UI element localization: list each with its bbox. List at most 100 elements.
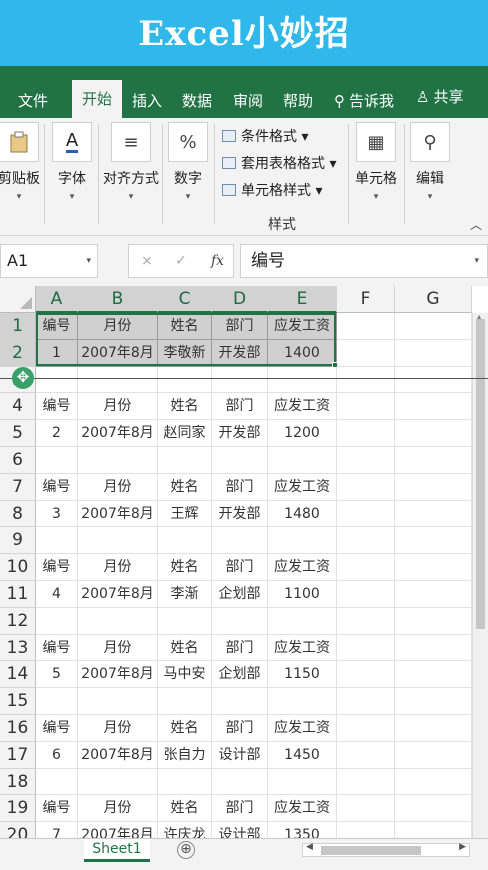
cell-f3[interactable] xyxy=(337,366,395,394)
cell-a8[interactable]: 3 xyxy=(36,500,78,528)
cell-c14[interactable]: 马中安 xyxy=(158,661,212,689)
cell-f6[interactable] xyxy=(337,447,395,474)
cell-b17[interactable]: 2007年8月 xyxy=(78,741,158,769)
cell-f16[interactable] xyxy=(337,715,395,742)
cell-b9[interactable] xyxy=(78,527,158,555)
cell-g3[interactable] xyxy=(395,366,472,394)
cell-b12[interactable] xyxy=(78,607,158,635)
cell-b13[interactable]: 月份 xyxy=(78,634,158,662)
row-header-14[interactable]: 14 xyxy=(0,661,36,689)
cell-c12[interactable] xyxy=(158,607,212,635)
cell-b18[interactable] xyxy=(78,768,158,796)
cell-c2[interactable]: 李敬新 xyxy=(158,339,212,367)
cell-b5[interactable]: 2007年8月 xyxy=(78,420,158,447)
cell-g12[interactable] xyxy=(395,607,472,635)
cell-b11[interactable]: 2007年8月 xyxy=(78,581,158,608)
tab-tell-me[interactable]: ⚲ 告诉我 xyxy=(334,88,394,118)
column-header-g[interactable]: G xyxy=(395,286,472,313)
cell-a16[interactable]: 编号 xyxy=(36,715,78,742)
tab-help[interactable]: 帮助 xyxy=(283,88,313,118)
cell-a1[interactable]: 编号 xyxy=(36,313,78,340)
cell-e9[interactable] xyxy=(268,527,337,555)
cell-f17[interactable] xyxy=(337,741,395,769)
cell-f19[interactable] xyxy=(337,795,395,823)
conditional-format-button[interactable]: 条件格式 ▾ xyxy=(222,126,308,146)
chevron-down-icon[interactable]: ▾ xyxy=(474,245,479,277)
cell-a7[interactable]: 编号 xyxy=(36,473,78,501)
cell-g19[interactable] xyxy=(395,795,472,823)
cell-e10[interactable]: 应发工资 xyxy=(268,554,337,581)
format-as-table-button[interactable]: 套用表格格式 ▾ xyxy=(222,153,336,173)
row-header-15[interactable]: 15 xyxy=(0,688,36,715)
cell-c1[interactable]: 姓名 xyxy=(158,313,212,340)
cell-e3[interactable] xyxy=(268,366,337,394)
alignment-button[interactable]: ≡ 对齐方式 ▾ xyxy=(102,122,160,202)
cell-d10[interactable]: 部门 xyxy=(212,554,268,581)
cell-f9[interactable] xyxy=(337,527,395,555)
cell-e2[interactable]: 1400 xyxy=(268,339,337,367)
cell-c5[interactable]: 赵同家 xyxy=(158,420,212,447)
cell-d20[interactable]: 设计部 xyxy=(212,822,268,838)
insert-function-icon[interactable]: fx xyxy=(211,245,224,277)
cell-f1[interactable] xyxy=(337,313,395,340)
cell-a10[interactable]: 编号 xyxy=(36,554,78,581)
cell-d4[interactable]: 部门 xyxy=(212,393,268,421)
cell-e13[interactable]: 应发工资 xyxy=(268,634,337,662)
row-header-16[interactable]: 16 xyxy=(0,715,36,742)
cell-d12[interactable] xyxy=(212,607,268,635)
row-header-4[interactable]: 4 xyxy=(0,393,36,421)
cell-c10[interactable]: 姓名 xyxy=(158,554,212,581)
cell-a3[interactable] xyxy=(36,366,78,394)
tab-insert[interactable]: 插入 xyxy=(132,88,162,118)
column-header-c[interactable]: C xyxy=(158,286,212,313)
cell-f13[interactable] xyxy=(337,634,395,662)
horizontal-scroll-thumb[interactable] xyxy=(321,846,421,855)
cell-a6[interactable] xyxy=(36,447,78,474)
cell-d16[interactable]: 部门 xyxy=(212,715,268,742)
cell-d17[interactable]: 设计部 xyxy=(212,741,268,769)
cell-a11[interactable]: 4 xyxy=(36,581,78,608)
chevron-down-icon[interactable]: ▾ xyxy=(86,245,91,277)
cell-d15[interactable] xyxy=(212,688,268,715)
cell-f4[interactable] xyxy=(337,393,395,421)
cell-e4[interactable]: 应发工资 xyxy=(268,393,337,421)
cell-f20[interactable] xyxy=(337,822,395,838)
cell-d2[interactable]: 开发部 xyxy=(212,339,268,367)
row-header-11[interactable]: 11 xyxy=(0,581,36,608)
font-button[interactable]: A 字体 ▾ xyxy=(50,122,94,202)
cell-e8[interactable]: 1480 xyxy=(268,500,337,528)
formula-input[interactable]: 编号 ▾ xyxy=(240,244,488,278)
cell-g7[interactable] xyxy=(395,473,472,501)
cell-a18[interactable] xyxy=(36,768,78,796)
share-button[interactable]: ♙ 共享 xyxy=(416,84,463,114)
row-header-10[interactable]: 10 xyxy=(0,554,36,581)
row-header-8[interactable]: 8 xyxy=(0,500,36,528)
cell-f2[interactable] xyxy=(337,339,395,367)
cell-g14[interactable] xyxy=(395,661,472,689)
cell-a9[interactable] xyxy=(36,527,78,555)
cell-c13[interactable]: 姓名 xyxy=(158,634,212,662)
tab-data[interactable]: 数据 xyxy=(182,88,212,118)
row-header-7[interactable]: 7 xyxy=(0,473,36,501)
row-header-1[interactable]: 1 xyxy=(0,313,36,340)
cell-e18[interactable] xyxy=(268,768,337,796)
cell-a19[interactable]: 编号 xyxy=(36,795,78,823)
row-header-17[interactable]: 17 xyxy=(0,741,36,769)
cell-b8[interactable]: 2007年8月 xyxy=(78,500,158,528)
cell-e16[interactable]: 应发工资 xyxy=(268,715,337,742)
cell-b6[interactable] xyxy=(78,447,158,474)
cell-d14[interactable]: 企划部 xyxy=(212,661,268,689)
cell-d7[interactable]: 部门 xyxy=(212,473,268,501)
scroll-right-icon[interactable]: ▶ xyxy=(459,842,466,852)
cell-c18[interactable] xyxy=(158,768,212,796)
cell-e6[interactable] xyxy=(268,447,337,474)
cell-d18[interactable] xyxy=(212,768,268,796)
cell-d19[interactable]: 部门 xyxy=(212,795,268,823)
cell-c17[interactable]: 张自力 xyxy=(158,741,212,769)
cell-a13[interactable]: 编号 xyxy=(36,634,78,662)
row-header-13[interactable]: 13 xyxy=(0,634,36,662)
cell-d8[interactable]: 开发部 xyxy=(212,500,268,528)
cell-a5[interactable]: 2 xyxy=(36,420,78,447)
cell-d9[interactable] xyxy=(212,527,268,555)
column-header-f[interactable]: F xyxy=(337,286,395,313)
